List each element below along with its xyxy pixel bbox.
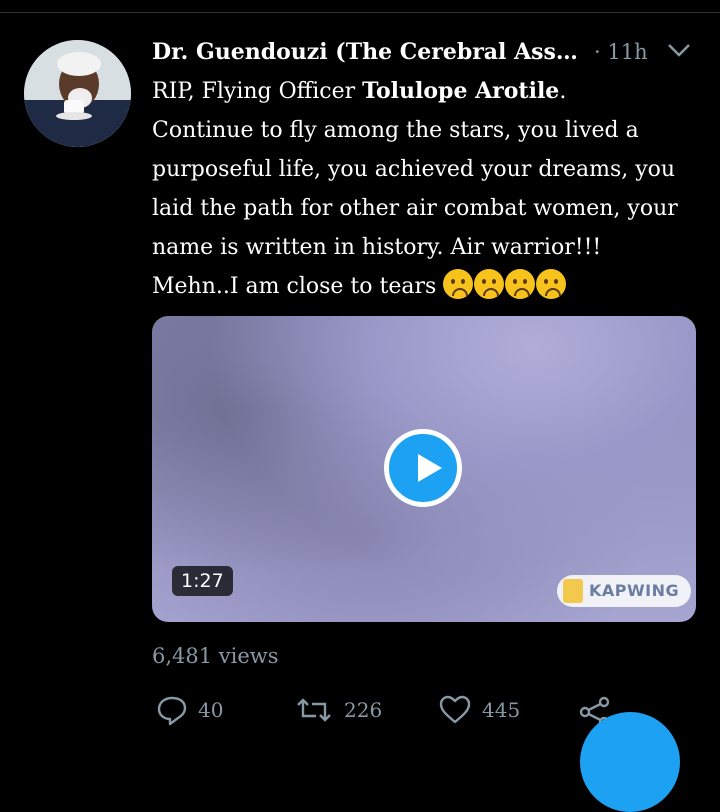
retweet-icon (297, 698, 331, 722)
kapwing-logo-icon (563, 579, 583, 603)
tweet-line-3: Mehn..I am close to tears (152, 267, 700, 306)
like-button[interactable]: 445 (438, 694, 520, 726)
avatar[interactable] (24, 40, 131, 147)
tweet-text: RIP, Flying Officer Tolulope Arotile. Co… (152, 72, 700, 306)
crying-face-icon (505, 269, 536, 299)
tweet-line-1: RIP, Flying Officer Tolulope Arotile. (152, 72, 700, 111)
crying-face-icon (443, 269, 474, 299)
reply-count: 40 (198, 698, 224, 722)
crying-face-icon (536, 269, 567, 299)
play-icon[interactable] (384, 429, 462, 507)
reply-button[interactable]: 40 (156, 694, 223, 726)
video-player[interactable]: 1:27 KAPWING (152, 316, 696, 622)
kapwing-watermark-text: KAPWING (589, 581, 680, 600)
retweet-button[interactable]: 226 (294, 694, 382, 726)
tweet-text-prefix: RIP, Flying Officer (152, 79, 363, 104)
tweet-text-final: Mehn..I am close to tears (152, 274, 437, 299)
like-count: 445 (482, 698, 521, 722)
tweet-text-suffix: . (559, 79, 567, 104)
reply-icon (157, 696, 187, 726)
tweet-line-2: Continue to fly among the stars, you liv… (152, 118, 678, 260)
avatar-photo (24, 40, 131, 147)
mentioned-name: Tolulope Arotile (362, 78, 560, 104)
top-divider (0, 12, 720, 13)
video-duration: 1:27 (172, 566, 233, 596)
crying-face-icon (474, 269, 505, 299)
retweet-count: 226 (344, 698, 383, 722)
author-name[interactable]: Dr. Guendouzi (The Cerebral Assassi... (152, 39, 584, 65)
kapwing-watermark: KAPWING (557, 575, 692, 607)
heart-icon (439, 695, 471, 724)
compose-button[interactable] (580, 712, 680, 812)
view-count: 6,481 views (152, 644, 279, 668)
tweet-header: Dr. Guendouzi (The Cerebral Assassi... ·… (152, 34, 702, 70)
chevron-down-icon[interactable] (666, 40, 692, 60)
tweet-timestamp[interactable]: · 11h (594, 40, 648, 64)
